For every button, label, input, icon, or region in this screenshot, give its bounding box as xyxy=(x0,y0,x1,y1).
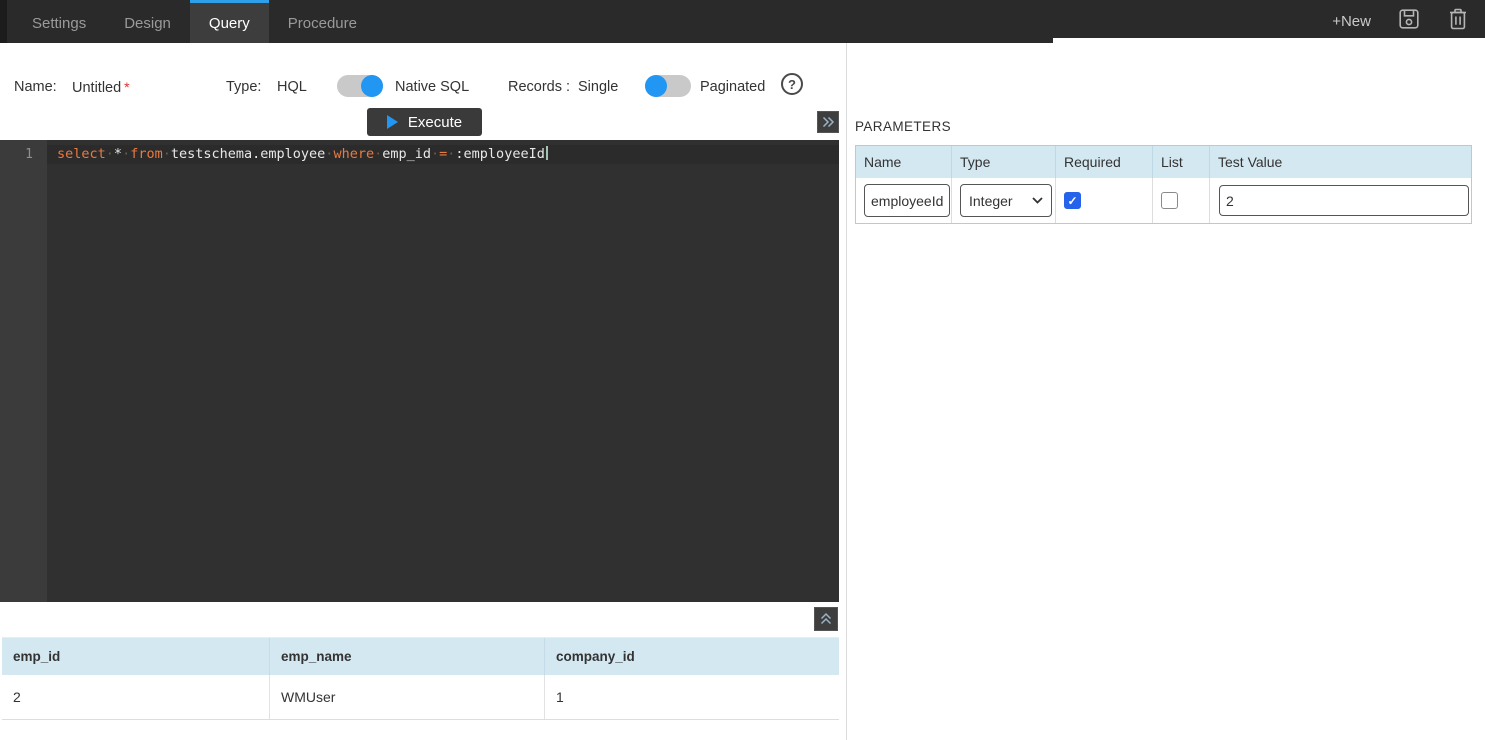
tab-design[interactable]: Design xyxy=(105,0,190,43)
result-cell-emp-id: 2 xyxy=(2,675,270,719)
text-cursor xyxy=(546,146,548,160)
tab-query[interactable]: Query xyxy=(190,0,269,43)
type-toggle-knob xyxy=(361,75,383,97)
result-cell-company-id: 1 xyxy=(545,675,839,719)
param-type-value: Integer xyxy=(969,193,1013,209)
query-name-value[interactable]: Untitled* xyxy=(72,79,130,96)
type-option-native-sql[interactable]: Native SQL xyxy=(395,79,469,95)
records-label: Records : xyxy=(508,79,570,95)
save-button[interactable] xyxy=(1397,7,1421,36)
param-column-header: List xyxy=(1153,146,1210,178)
result-cell-emp-name: WMUser xyxy=(270,675,545,719)
name-label: Name: xyxy=(14,79,57,95)
type-label: Type: xyxy=(226,79,261,95)
editor-gutter: 1 xyxy=(0,140,47,602)
type-toggle[interactable] xyxy=(337,75,383,97)
parameters-title: PARAMETERS xyxy=(855,119,951,134)
tab-settings[interactable]: Settings xyxy=(13,0,105,43)
save-icon xyxy=(1397,7,1421,36)
records-option-paginated[interactable]: Paginated xyxy=(700,79,765,95)
parameters-header-row: Name Type Required List Test Value xyxy=(856,146,1471,178)
sql-code-line: select·*·from·testschema.employee·where·… xyxy=(57,145,839,164)
chevron-down-icon xyxy=(1032,197,1043,204)
param-type-select[interactable]: Integer xyxy=(960,184,1052,217)
results-column-header: company_id xyxy=(545,638,839,675)
type-option-hql[interactable]: HQL xyxy=(277,79,307,95)
collapse-results-button[interactable] xyxy=(814,607,838,631)
panel-divider xyxy=(846,43,847,740)
new-query-button[interactable]: +New xyxy=(1332,13,1371,30)
results-column-header: emp_id xyxy=(2,638,270,675)
records-option-single[interactable]: Single xyxy=(578,79,618,95)
param-name-input[interactable] xyxy=(864,184,950,217)
execute-label: Execute xyxy=(408,114,462,131)
required-asterisk: * xyxy=(124,79,129,95)
results-column-header: emp_name xyxy=(270,638,545,675)
topbar-actions: +New xyxy=(1332,0,1485,43)
double-chevron-right-icon xyxy=(821,116,835,128)
param-list-checkbox[interactable]: ✓ xyxy=(1161,192,1178,209)
records-toggle[interactable] xyxy=(645,75,691,97)
param-required-checkbox[interactable]: ✓ xyxy=(1064,192,1081,209)
play-icon xyxy=(387,115,399,129)
editor-code-area[interactable]: select·*·from·testschema.employee·where·… xyxy=(47,140,839,602)
delete-button[interactable] xyxy=(1447,7,1469,36)
query-designer: Settings Design Query Procedure +New xyxy=(0,0,1485,740)
param-column-header: Required xyxy=(1056,146,1153,178)
param-column-header: Test Value xyxy=(1210,146,1471,178)
tab-strip: Settings Design Query Procedure xyxy=(13,0,376,43)
execute-button[interactable]: Execute xyxy=(367,108,482,136)
parameters-table: Name Type Required List Test Value Integ… xyxy=(855,145,1472,224)
double-chevron-up-icon xyxy=(819,613,833,625)
param-test-value-input[interactable] xyxy=(1219,185,1469,216)
param-column-header: Type xyxy=(952,146,1056,178)
trash-icon xyxy=(1447,7,1469,36)
check-icon: ✓ xyxy=(1067,195,1077,207)
table-row[interactable]: 2 WMUser 1 xyxy=(2,675,839,720)
results-table: emp_id emp_name company_id 2 WMUser 1 xyxy=(2,637,839,720)
help-icon[interactable]: ? xyxy=(781,73,803,95)
parameter-row: Integer ✓ ✓ xyxy=(856,178,1471,223)
collapse-panel-button[interactable] xyxy=(817,111,839,133)
topbar-edge xyxy=(0,0,7,43)
param-column-header: Name xyxy=(856,146,952,178)
line-number: 1 xyxy=(0,145,33,164)
records-toggle-knob xyxy=(645,75,667,97)
results-header-row: emp_id emp_name company_id xyxy=(2,637,839,675)
tab-procedure[interactable]: Procedure xyxy=(269,0,376,43)
topbar-step xyxy=(1053,38,1485,43)
sql-editor[interactable]: 1 select·*·from·testschema.employee·wher… xyxy=(0,140,839,602)
top-tab-bar: Settings Design Query Procedure +New xyxy=(0,0,1485,43)
